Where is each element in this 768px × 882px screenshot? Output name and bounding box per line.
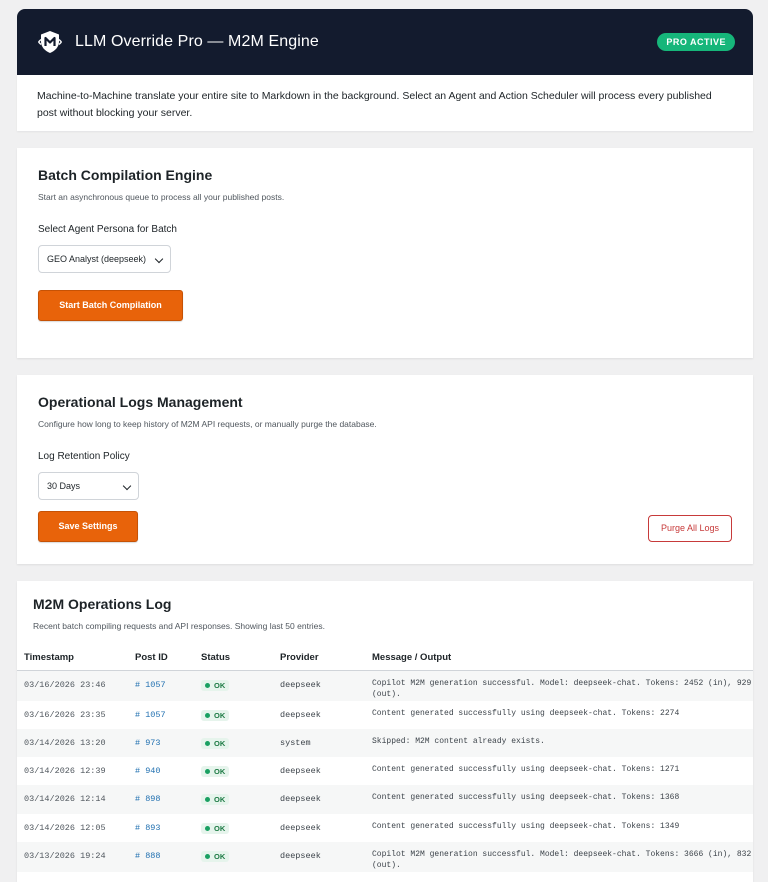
status-badge: OK <box>201 737 230 749</box>
status-label: OK <box>214 710 226 720</box>
status-cell: OK <box>194 842 273 872</box>
timestamp-cell: 03/16/2026 23:35 <box>24 709 106 720</box>
post-id-link[interactable]: # 973 <box>128 729 194 757</box>
provider-cell: deepseek <box>280 766 321 777</box>
status-cell: OK <box>194 729 273 757</box>
retention-label: Log Retention Policy <box>38 451 130 462</box>
status-dot-icon <box>205 825 210 831</box>
logs-management-card: Operational Logs Management Configure ho… <box>17 375 753 564</box>
status-cell: OK <box>194 757 273 785</box>
timestamp-cell: 03/14/2026 12:14 <box>24 794 106 805</box>
table-row: 03/14/2026 13:20 # 973 OK system Skipped… <box>17 728 753 758</box>
message-cell: Content generated successfully using dee… <box>372 793 680 803</box>
operations-log-card: M2M Operations Log Recent batch compilin… <box>17 581 753 882</box>
ops-log-description: Recent batch compiling requests and API … <box>33 621 326 631</box>
status-label: OK <box>214 680 226 690</box>
provider-cell: deepseek <box>280 850 321 861</box>
page-header: LLM Override Pro — M2M Engine PRO ACTIVE <box>17 9 753 75</box>
batch-compilation-card: Batch Compilation Engine Start an asynch… <box>17 148 753 358</box>
status-label: OK <box>214 823 226 833</box>
status-dot-icon <box>205 797 210 803</box>
ops-log-title: M2M Operations Log <box>33 596 172 612</box>
post-id-link[interactable]: # 898 <box>128 785 194 813</box>
provider-cell: system <box>280 737 311 748</box>
status-cell: OK <box>194 785 273 813</box>
status-badge: OK <box>201 766 230 778</box>
timestamp-cell: 03/14/2026 12:39 <box>24 766 106 777</box>
status-badge: OK <box>201 822 230 834</box>
table-row: 03/14/2026 12:14 # 898 OK deepseek Conte… <box>17 785 753 814</box>
page-title: LLM Override Pro — M2M Engine <box>75 33 319 50</box>
timestamp-cell: 03/14/2026 12:05 <box>24 822 106 833</box>
table-row: 03/16/2026 23:35 # 1057 OK deepseek Cont… <box>17 701 753 729</box>
intro-text: Machine-to-Machine translate your entire… <box>17 75 753 131</box>
status-dot-icon <box>205 712 210 718</box>
table-row: 03/14/2026 12:05 # 893 OK deepseek Conte… <box>17 814 753 842</box>
table-row: 03/16/2026 23:46 # 1057 OK deepseek Copi… <box>17 670 753 701</box>
status-cell: OK <box>194 814 273 842</box>
table-header-row: Timestamp Post ID Status Provider Messag… <box>17 645 753 671</box>
timestamp-cell: 03/14/2026 13:20 <box>24 737 106 748</box>
status-label: OK <box>214 767 226 777</box>
timestamp-cell: 03/16/2026 23:46 <box>24 679 106 690</box>
message-cell: Content generated successfully using dee… <box>372 821 680 831</box>
post-id-link[interactable]: # 940 <box>128 757 194 785</box>
agent-persona-label: Select Agent Persona for Batch <box>38 224 177 235</box>
post-id-link[interactable]: # 1057 <box>128 701 194 729</box>
chevron-down-icon <box>122 481 132 491</box>
agent-persona-select[interactable]: GEO Analyst (deepseek) <box>38 245 171 273</box>
batch-title: Batch Compilation Engine <box>38 167 213 183</box>
status-badge: OK <box>201 850 230 862</box>
provider-cell: deepseek <box>280 794 321 805</box>
provider-cell: deepseek <box>280 679 321 690</box>
status-badge: OK <box>201 709 230 721</box>
save-settings-button[interactable]: Save Settings <box>38 511 138 542</box>
pro-active-badge: PRO ACTIVE <box>657 33 735 51</box>
retention-value: 30 Days <box>47 481 81 491</box>
batch-description: Start an asynchronous queue to process a… <box>38 192 285 202</box>
agent-persona-value: GEO Analyst (deepseek) <box>47 254 147 264</box>
provider-cell: deepseek <box>280 709 321 720</box>
timestamp-cell: 03/13/2026 19:24 <box>24 850 106 861</box>
shield-m-logo-icon <box>38 31 62 53</box>
chevron-down-icon <box>154 254 164 264</box>
status-label: OK <box>214 851 226 861</box>
start-batch-button[interactable]: Start Batch Compilation <box>38 290 183 321</box>
post-id-link[interactable]: # 888 <box>128 842 194 872</box>
post-id-link[interactable]: # 893 <box>128 814 194 842</box>
retention-select[interactable]: 30 Days <box>38 472 139 500</box>
status-dot-icon <box>205 769 210 775</box>
provider-cell: deepseek <box>280 822 321 833</box>
message-cell: Skipped: M2M content already exists. <box>372 736 545 746</box>
status-cell: OK <box>194 670 273 701</box>
table-row: 03/14/2026 12:39 # 940 OK deepseek Conte… <box>17 757 753 785</box>
logs-mgmt-description: Configure how long to keep history of M2… <box>38 419 377 429</box>
col-post-id: Post ID <box>128 645 194 671</box>
logs-mgmt-title: Operational Logs Management <box>38 394 243 410</box>
status-label: OK <box>214 738 226 748</box>
col-provider: Provider <box>273 645 365 671</box>
status-label: OK <box>214 795 226 805</box>
col-timestamp: Timestamp <box>17 645 128 671</box>
operations-log-table: Timestamp Post ID Status Provider Messag… <box>17 645 753 872</box>
status-cell: OK <box>194 701 273 729</box>
status-dot-icon <box>205 740 210 746</box>
post-id-link[interactable]: # 1057 <box>128 670 194 701</box>
col-message: Message / Output <box>365 645 753 671</box>
message-cell: Content generated successfully using dee… <box>372 708 680 718</box>
status-dot-icon <box>205 682 210 688</box>
message-cell: Copilot M2M generation successful. Model… <box>372 849 752 871</box>
col-status: Status <box>194 645 273 671</box>
status-dot-icon <box>205 853 210 859</box>
status-badge: OK <box>201 679 230 691</box>
message-cell: Content generated successfully using dee… <box>372 765 680 775</box>
status-badge: OK <box>201 794 230 806</box>
plugin-page: LLM Override Pro — M2M Engine PRO ACTIVE… <box>17 9 753 131</box>
message-cell: Copilot M2M generation successful. Model… <box>372 678 752 700</box>
purge-logs-button[interactable]: Purge All Logs <box>648 515 732 542</box>
table-row: 03/13/2026 19:24 # 888 OK deepseek Copil… <box>17 841 753 872</box>
